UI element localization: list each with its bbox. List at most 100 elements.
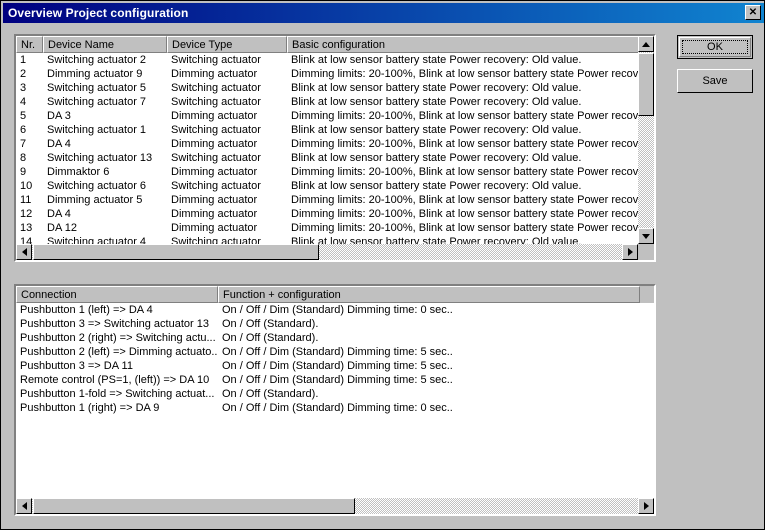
device-cell-nr: 1	[20, 54, 27, 66]
device-cell-type: Switching actuator	[171, 124, 261, 136]
device-cell-nr: 2	[20, 68, 27, 80]
table-row[interactable]: Remote control (PS=1, (left)) => DA 10 On…	[16, 373, 654, 387]
device-list-header: Nr. Device Name Device Type Basic config…	[16, 36, 654, 53]
table-row[interactable]: Pushbutton 3 => Switching actuator 13 On …	[16, 317, 654, 331]
device-cell-name: DA 4	[47, 208, 71, 220]
table-row[interactable]: Pushbutton 1 (left) => DA 4 On / Off / Di…	[16, 303, 654, 317]
device-cell-basic: Dimming limits: 20-100%, Blink at low se…	[291, 68, 640, 80]
device-cell-basic: Blink at low sensor battery state Power …	[291, 96, 582, 108]
table-row[interactable]: 10 Switching actuator 6 Switching actuator…	[16, 179, 654, 193]
table-row[interactable]: 3 Switching actuator 5 Switching actuator B…	[16, 81, 654, 95]
connection-cell: Pushbutton 3 => Switching actuator 13	[20, 318, 209, 330]
table-row[interactable]: Pushbutton 2 (left) => Dimming actuato..…	[16, 345, 654, 359]
device-cell-type: Switching actuator	[171, 180, 261, 192]
device-cell-type: Switching actuator	[171, 152, 261, 164]
save-button-label: Save	[702, 75, 728, 87]
device-cell-basic: Dimming limits: 20-100%, Blink at low se…	[291, 110, 640, 122]
function-cell: On / Off / Dim (Standard) Dimming time: …	[222, 402, 453, 414]
device-cell-type: Switching actuator	[171, 96, 261, 108]
ok-button[interactable]: OK	[679, 37, 751, 57]
scroll-right-button-2[interactable]	[638, 498, 654, 514]
device-cell-name: Switching actuator 13	[47, 152, 153, 164]
scroll-down-button[interactable]	[638, 228, 654, 244]
close-button[interactable]: ✕	[745, 5, 761, 20]
scroll-left-button[interactable]	[16, 244, 32, 260]
device-cell-type: Dimming actuator	[171, 208, 258, 220]
table-row[interactable]: Pushbutton 1 (right) => DA 9 On / Off / D…	[16, 401, 654, 415]
device-cell-name: Switching actuator 2	[47, 54, 147, 66]
arrow-right-icon	[643, 502, 649, 510]
device-cell-basic: Blink at low sensor battery state Power …	[291, 82, 582, 94]
save-button[interactable]: Save	[677, 69, 753, 93]
device-cell-type: Dimming actuator	[171, 194, 258, 206]
arrow-down-icon	[642, 233, 650, 239]
function-cell: On / Off (Standard).	[222, 388, 319, 400]
device-cell-nr: 9	[20, 166, 27, 178]
function-cell: On / Off (Standard).	[222, 318, 319, 330]
column-header-device-type[interactable]: Device Type	[167, 36, 287, 53]
device-cell-nr: 4	[20, 96, 27, 108]
column-header-connection[interactable]: Connection	[16, 286, 218, 303]
scroll-left-button-2[interactable]	[16, 498, 32, 514]
function-cell: On / Off / Dim (Standard) Dimming time: …	[222, 346, 453, 358]
device-cell-name: Switching actuator 6	[47, 180, 147, 192]
device-cell-basic: Dimming limits: 20-100%, Blink at low se…	[291, 138, 640, 150]
vertical-scroll-thumb[interactable]	[638, 53, 654, 116]
scroll-right-button[interactable]	[622, 244, 638, 260]
table-row[interactable]: 1 Switching actuator 2 Switching actuator B…	[16, 53, 654, 67]
device-list-panel: Nr. Device Name Device Type Basic config…	[14, 34, 656, 262]
column-header-basic-configuration[interactable]: Basic configuration	[287, 36, 640, 53]
device-cell-name: Dimmaktor 6	[47, 166, 110, 178]
table-row[interactable]: 11 Dimming actuator 5 Dimming actuator Dimm…	[16, 193, 654, 207]
device-cell-nr: 12	[20, 208, 33, 220]
connection-list-rows: Pushbutton 1 (left) => DA 4 On / Off / Di…	[16, 303, 654, 415]
device-cell-basic: Dimming limits: 20-100%, Blink at low se…	[291, 222, 640, 234]
device-cell-nr: 11	[20, 194, 32, 206]
scroll-up-button[interactable]	[638, 36, 654, 52]
device-cell-nr: 13	[20, 222, 33, 234]
device-cell-name: DA 3	[47, 110, 71, 122]
table-row[interactable]: 6 Switching actuator 1 Switching actuator B…	[16, 123, 654, 137]
device-list-rows: 1 Switching actuator 2 Switching actuator B…	[16, 53, 654, 249]
table-row[interactable]: 13 DA 12 Dimming actuator Dimming limits: 2…	[16, 221, 654, 235]
device-cell-type: Dimming actuator	[171, 222, 258, 234]
arrow-up-icon	[642, 41, 650, 47]
table-row[interactable]: 8 Switching actuator 13 Switching actuator…	[16, 151, 654, 165]
table-row[interactable]: Pushbutton 1-fold => Switching actuat...…	[16, 387, 654, 401]
device-cell-basic: Blink at low sensor battery state Power …	[291, 54, 582, 66]
table-row[interactable]: 12 DA 4 Dimming actuator Dimming limits: 20…	[16, 207, 654, 221]
device-cell-nr: 5	[20, 110, 27, 122]
horizontal-scroll-thumb-2[interactable]	[33, 498, 355, 514]
scrollbar-corner	[638, 244, 654, 260]
connection-list-horizontal-scrollbar[interactable]	[16, 498, 654, 514]
table-row[interactable]: 9 Dimmaktor 6 Dimming actuator Dimming limi…	[16, 165, 654, 179]
column-header-device-name[interactable]: Device Name	[43, 36, 167, 53]
column-header-function-configuration[interactable]: Function + configuration	[218, 286, 640, 303]
ok-button-label: OK	[707, 41, 723, 53]
device-list-vertical-scrollbar[interactable]	[638, 36, 654, 244]
close-icon: ✕	[748, 6, 758, 18]
column-header-nr[interactable]: Nr.	[16, 36, 43, 53]
title-bar[interactable]: Overview Project configuration ✕	[3, 3, 764, 23]
device-cell-name: Switching actuator 5	[47, 82, 147, 94]
connection-cell: Remote control (PS=1, (left)) => DA 10	[20, 374, 210, 386]
device-cell-type: Dimming actuator	[171, 138, 258, 150]
table-row[interactable]: 2 Dimming actuator 9 Dimming actuator Dimmi…	[16, 67, 654, 81]
device-list-horizontal-scrollbar[interactable]	[16, 244, 638, 260]
device-cell-name: Dimming actuator 5	[47, 194, 143, 206]
device-cell-type: Dimming actuator	[171, 166, 258, 178]
table-row[interactable]: Pushbutton 3 => DA 11 On / Off / Dim (Sta…	[16, 359, 654, 373]
horizontal-scroll-thumb[interactable]	[33, 244, 319, 260]
connection-cell: Pushbutton 1 (left) => DA 4	[20, 304, 153, 316]
device-cell-nr: 8	[20, 152, 27, 164]
function-cell: On / Off / Dim (Standard) Dimming time: …	[222, 360, 453, 372]
device-cell-name: DA 12	[47, 222, 77, 234]
device-cell-nr: 3	[20, 82, 27, 94]
table-row[interactable]: 5 DA 3 Dimming actuator Dimming limits: 20-…	[16, 109, 654, 123]
device-cell-nr: 10	[20, 180, 33, 192]
window-title: Overview Project configuration	[8, 6, 189, 20]
device-cell-name: DA 4	[47, 138, 71, 150]
table-row[interactable]: 7 DA 4 Dimming actuator Dimming limits: 20-…	[16, 137, 654, 151]
table-row[interactable]: Pushbutton 2 (right) => Switching actu..…	[16, 331, 654, 345]
table-row[interactable]: 4 Switching actuator 7 Switching actuator B…	[16, 95, 654, 109]
